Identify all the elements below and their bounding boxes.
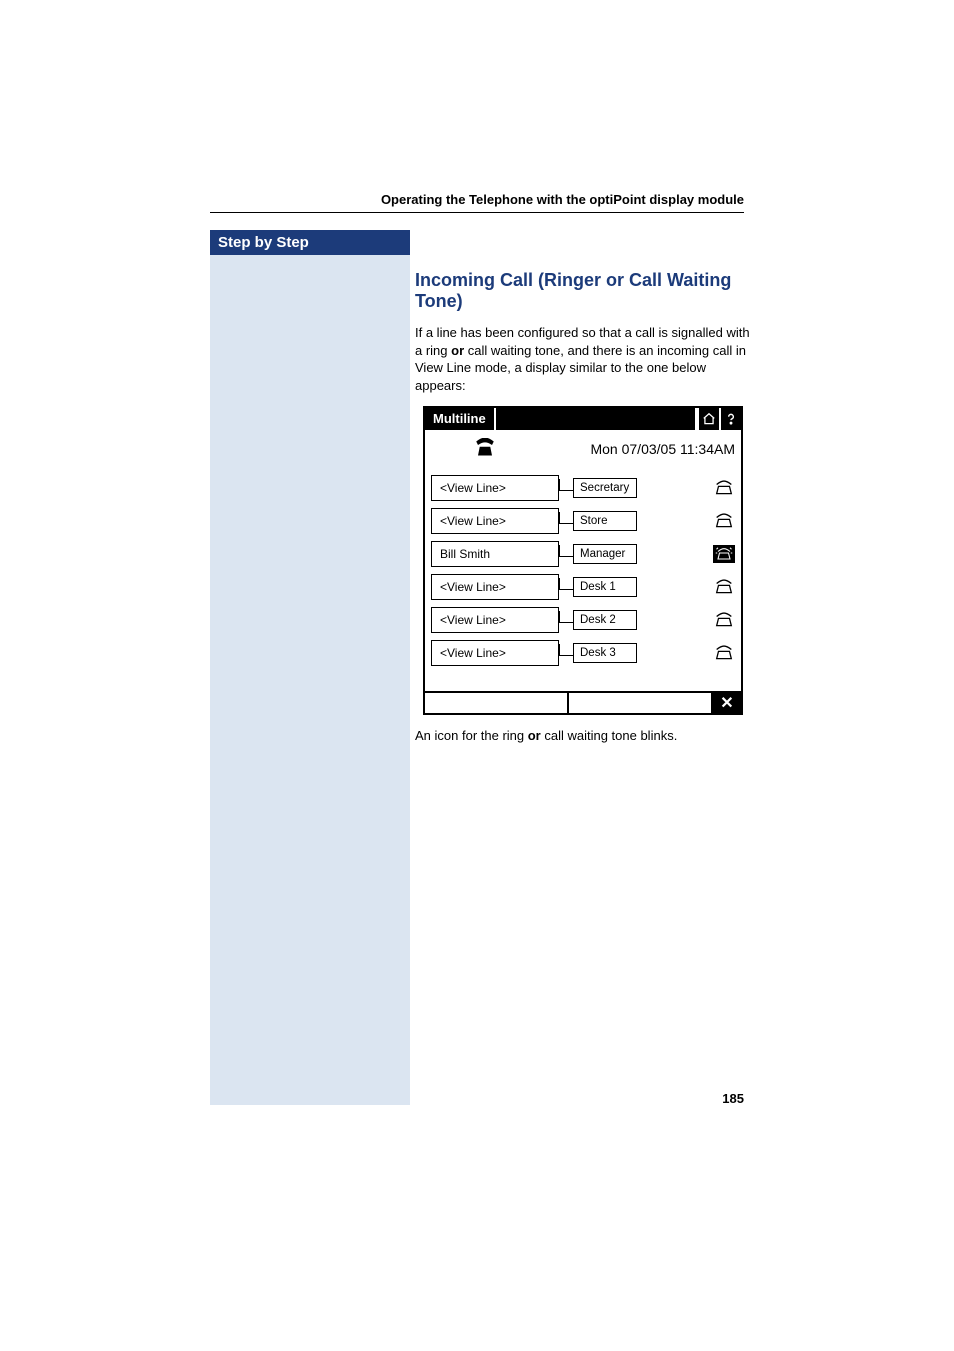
phone-title: Multiline [425,408,494,430]
intro-paragraph: If a line has been configured so that a … [415,324,750,394]
phone-ringing-icon [713,545,735,563]
after-text-pre: An icon for the ring [415,728,528,743]
phone-idle-icon [713,644,735,662]
phone-datetime: Mon 07/03/05 11:34AM [509,441,735,457]
home-icon[interactable] [697,408,719,430]
view-line-button[interactable]: <View Line> [431,508,559,534]
line-label: Desk 2 [573,610,637,630]
section-heading: Incoming Call (Ringer or Call Waiting To… [415,270,750,312]
line-label: Desk 1 [573,577,637,597]
phone-title-icons [697,408,741,430]
line-label: Manager [573,544,637,564]
close-button[interactable]: ✕ [713,693,741,713]
connector-line [559,611,573,623]
view-line-button[interactable]: <View Line> [431,607,559,633]
connector-line [559,479,573,491]
connector-line [559,578,573,590]
line-label: Desk 3 [573,643,637,663]
line-row: <View Line> Desk 2 [431,607,735,633]
intro-bold-or: or [451,343,464,358]
line-row: <View Line> Desk 3 [431,640,735,666]
phone-title-spacer [494,408,697,430]
phone-idle-icon [713,611,735,629]
connector-line [559,512,573,524]
line-row: <View Line> Desk 1 [431,574,735,600]
view-line-button[interactable]: <View Line> [431,475,559,501]
line-label: Store [573,511,637,531]
footer-segment[interactable] [569,693,713,713]
phone-idle-icon [713,512,735,530]
line-label: Secretary [573,478,637,498]
after-paragraph: An icon for the ring or call waiting ton… [415,727,750,745]
sidebar-panel [210,230,410,1105]
content-column: Incoming Call (Ringer or Call Waiting To… [415,270,750,757]
phone-idle-icon [713,578,735,596]
line-row: <View Line> Secretary [431,475,735,501]
view-line-button[interactable]: <View Line> [431,640,559,666]
page-number: 185 [722,1091,744,1106]
handset-icon [471,438,499,460]
phone-idle-icon [713,479,735,497]
phone-display-figure: Multiline Mon 07/03/05 11:34AM [423,406,743,715]
footer-segment[interactable] [425,693,569,713]
after-text-post: call waiting tone blinks. [541,728,678,743]
running-header: Operating the Telephone with the optiPoi… [381,192,744,207]
after-bold-or: or [528,728,541,743]
line-row: <View Line> Store [431,508,735,534]
header-rule [210,212,744,213]
phone-titlebar: Multiline [425,408,741,430]
phone-date-row: Mon 07/03/05 11:34AM [425,430,741,464]
caller-name-button[interactable]: Bill Smith [431,541,559,567]
phone-line-list: <View Line> Secretary <View Line> Store [425,464,741,691]
connector-line [559,545,573,557]
intro-text-post: call waiting tone, and there is an incom… [415,343,746,393]
view-line-button[interactable]: <View Line> [431,574,559,600]
phone-footer-bar: ✕ [425,691,741,713]
line-row: Bill Smith Manager [431,541,735,567]
sidebar-header: Step by Step [210,230,410,255]
connector-line [559,644,573,656]
help-icon[interactable] [719,408,741,430]
